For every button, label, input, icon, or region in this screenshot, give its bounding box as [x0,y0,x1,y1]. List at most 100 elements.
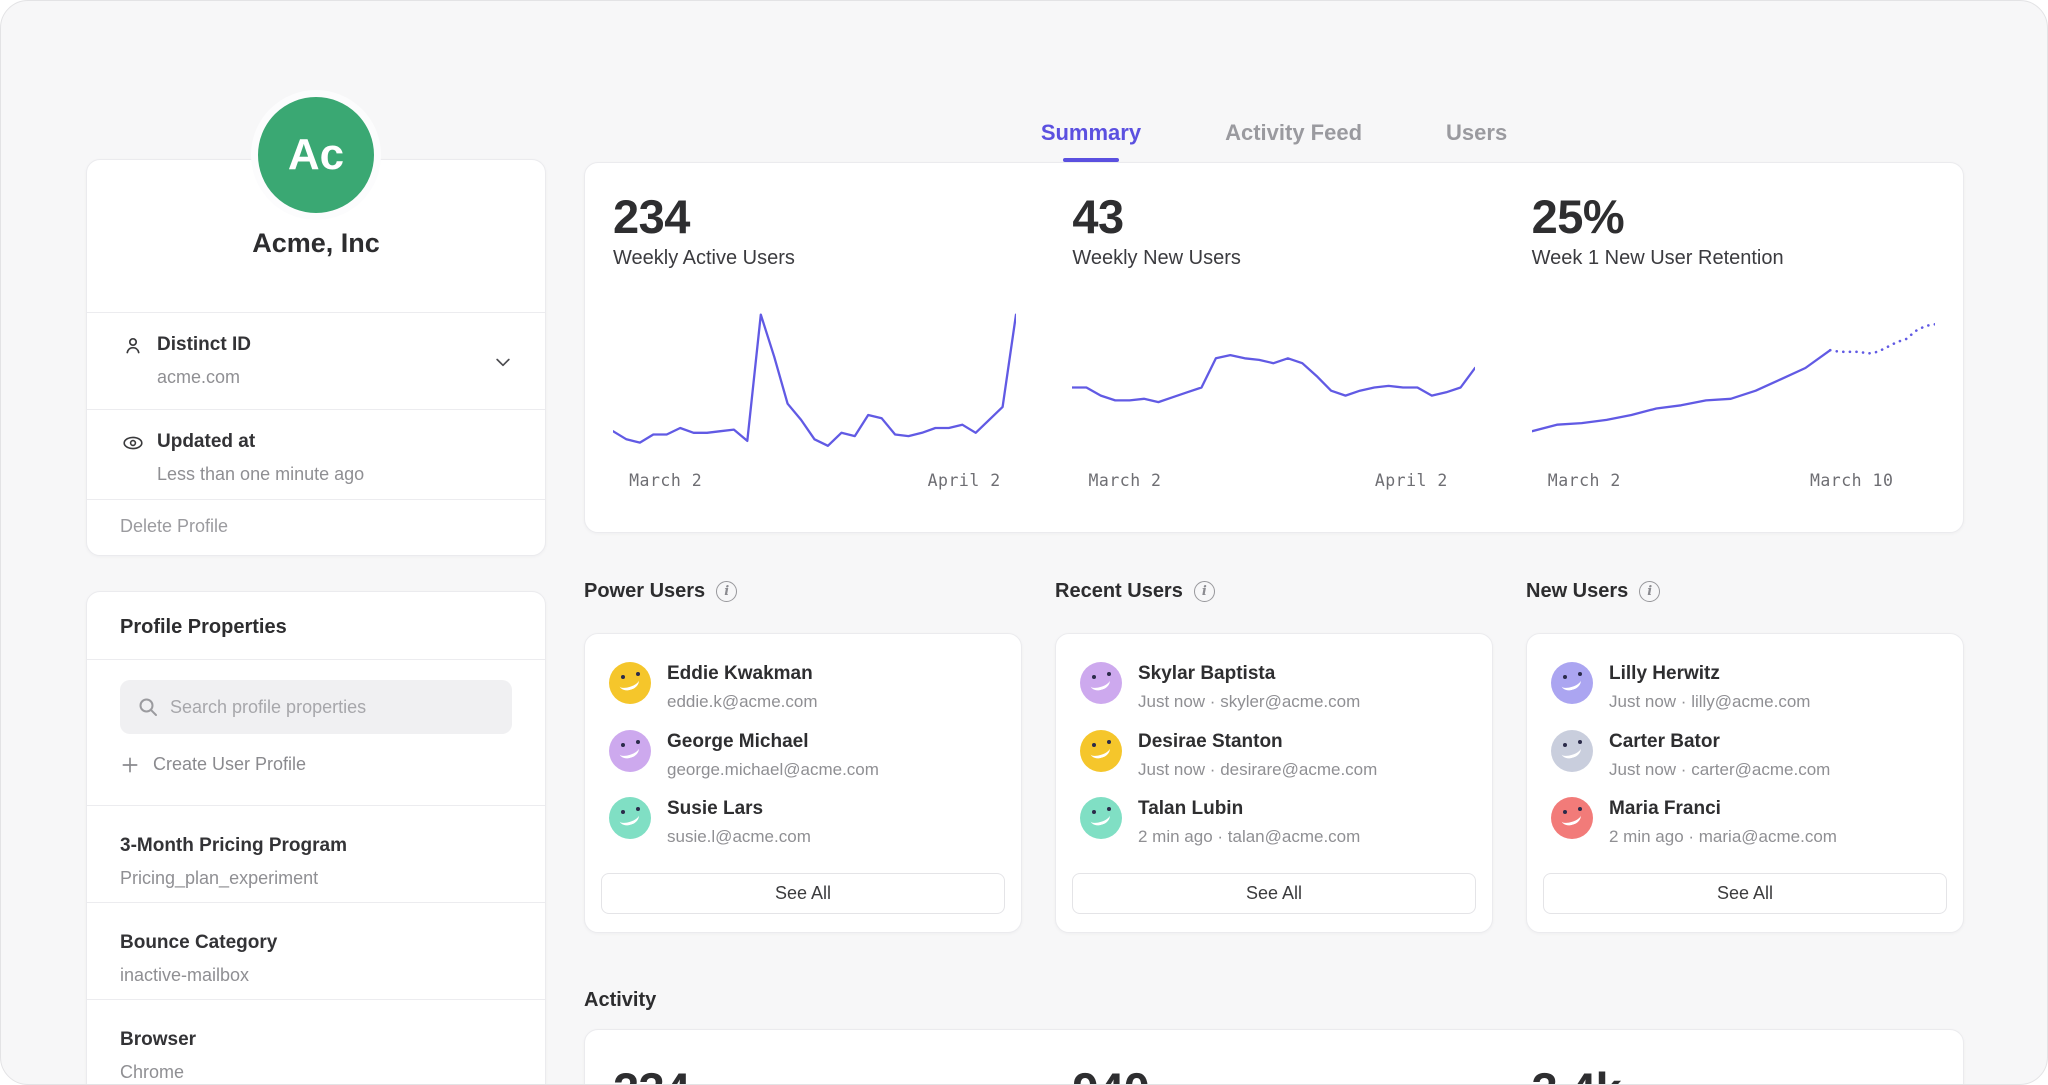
updated-at-value: Less than one minute ago [157,464,364,485]
week1-retention-sparkline [1532,300,1935,462]
property-row: Bounce Category inactive-mailbox [87,902,545,999]
axis-tick: March 10 [1810,471,1893,490]
info-icon[interactable]: i [1194,581,1215,602]
user-name: George Michael [667,731,879,753]
user-avatar [1551,730,1593,772]
weekly-active-users-sparkline [613,300,1016,462]
plus-icon [120,755,140,775]
tab-users[interactable]: Users [1446,97,1507,162]
weekly-new-users-sparkline [1072,300,1475,462]
info-icon[interactable]: i [1639,581,1660,602]
new-users-title: New Users [1526,580,1628,603]
user-detail: george.michael@acme.com [667,760,879,780]
summary-stats-card: 234 Weekly Active Users March 2 April 2 … [584,162,1964,533]
user-detail: Just now · skyler@acme.com [1138,692,1360,712]
axis-tick: March 2 [629,471,702,490]
search-input[interactable] [120,680,512,734]
delete-profile-button[interactable]: Delete Profile [120,516,228,537]
person-icon [121,334,145,358]
company-profile-card: Ac Acme, Inc Distinct ID acme.com [86,159,546,556]
divider [87,659,545,660]
user-name: Desirae Stanton [1138,731,1377,753]
stat-value: 43 [1072,189,1123,244]
info-icon[interactable]: i [716,581,737,602]
user-detail: Just now · lilly@acme.com [1609,692,1810,712]
recent-users-section: Recent Users i Skylar Baptista Just now … [1055,577,1493,933]
tab-activity-feed[interactable]: Activity Feed [1225,97,1362,162]
stat-label: Weekly Active Users [613,247,795,270]
property-label: Bounce Category [120,932,277,954]
user-detail: eddie.k@acme.com [667,692,818,712]
user-detail: 2 min ago · talan@acme.com [1138,827,1360,847]
property-row: Browser Chrome [87,999,545,1085]
new-users-card: Lilly Herwitz Just now · lilly@acme.com … [1526,633,1964,933]
profile-properties-card: Profile Properties Create User Profile 3… [86,591,546,1085]
user-list-item[interactable]: Desirae Stanton Just now · desirare@acme… [1080,730,1468,780]
axis-tick: March 2 [1088,471,1161,490]
create-user-profile-label: Create User Profile [153,754,306,775]
x-axis-labels: March 2 April 2 [1072,471,1475,495]
power-users-card: Eddie Kwakman eddie.k@acme.com George Mi… [584,633,1022,933]
distinct-id-row: Distinct ID acme.com [87,312,545,409]
user-list-item[interactable]: Maria Franci 2 min ago · maria@acme.com [1551,797,1939,847]
new-users-section: New Users i Lilly Herwitz Just now · lil… [1526,577,1964,933]
user-list-item[interactable]: George Michael george.michael@acme.com [609,730,997,780]
recent-users-card: Skylar Baptista Just now · skyler@acme.c… [1055,633,1493,933]
activity-stat-value: 940 [1072,1062,1149,1085]
tab-bar: Summary Activity Feed Users [584,97,1964,162]
axis-tick: April 2 [1375,471,1448,490]
user-detail: Just now · desirare@acme.com [1138,760,1377,780]
eye-icon [121,431,145,455]
user-list-item[interactable]: Eddie Kwakman eddie.k@acme.com [609,662,997,712]
distinct-id-value: acme.com [157,367,240,388]
create-user-profile-button[interactable]: Create User Profile [120,754,306,775]
user-name: Lilly Herwitz [1609,663,1810,685]
updated-at-row: Updated at Less than one minute ago [87,409,545,499]
profile-properties-title: Profile Properties [120,616,287,639]
property-value: Pricing_plan_experiment [120,868,318,889]
power-users-section: Power Users i Eddie Kwakman eddie.k@acme… [584,577,1022,933]
user-detail: Just now · carter@acme.com [1609,760,1830,780]
divider [87,499,545,500]
user-avatar [609,797,651,839]
user-name: Carter Bator [1609,731,1830,753]
x-axis-labels: March 2 April 2 [613,471,1016,495]
user-avatar [609,662,651,704]
user-list-item[interactable]: Carter Bator Just now · carter@acme.com [1551,730,1939,780]
user-name: Talan Lubin [1138,798,1360,820]
property-label: 3-Month Pricing Program [120,835,347,857]
user-avatar [1080,797,1122,839]
company-avatar-initials: Ac [288,130,344,180]
chevron-down-icon[interactable] [493,352,513,372]
user-avatar [609,730,651,772]
user-name: Maria Franci [1609,798,1837,820]
user-list-item[interactable]: Susie Lars susie.l@acme.com [609,797,997,847]
tab-summary[interactable]: Summary [1041,97,1141,162]
stat-weekly-new-users: 43 Weekly New Users March 2 April 2 [1044,163,1503,532]
stat-label: Week 1 New User Retention [1532,247,1784,270]
stat-value: 234 [613,189,690,244]
user-detail: susie.l@acme.com [667,827,811,847]
see-all-button[interactable]: See All [601,873,1005,914]
user-list-item[interactable]: Lilly Herwitz Just now · lilly@acme.com [1551,662,1939,712]
user-list-item[interactable]: Talan Lubin 2 min ago · talan@acme.com [1080,797,1468,847]
see-all-button[interactable]: See All [1072,873,1476,914]
user-sections: Power Users i Eddie Kwakman eddie.k@acme… [584,577,1964,933]
x-axis-labels: March 2 March 10 [1532,471,1935,495]
user-name: Eddie Kwakman [667,663,818,685]
user-avatar [1551,662,1593,704]
user-avatar [1551,797,1593,839]
activity-card: 234 940 3.4k [584,1029,1964,1085]
see-all-button[interactable]: See All [1543,873,1947,914]
axis-tick: April 2 [928,471,1001,490]
activity-stat-value: 234 [613,1062,690,1085]
stat-label: Weekly New Users [1072,247,1241,270]
recent-users-title: Recent Users [1055,580,1183,603]
axis-tick: March 2 [1548,471,1621,490]
property-label: Browser [120,1029,196,1051]
user-list-item[interactable]: Skylar Baptista Just now · skyler@acme.c… [1080,662,1468,712]
user-name: Skylar Baptista [1138,663,1360,685]
activity-stat-value: 3.4k [1532,1062,1621,1085]
app-frame: Ac Acme, Inc Distinct ID acme.com [0,0,2048,1085]
distinct-id-label: Distinct ID [157,334,251,356]
